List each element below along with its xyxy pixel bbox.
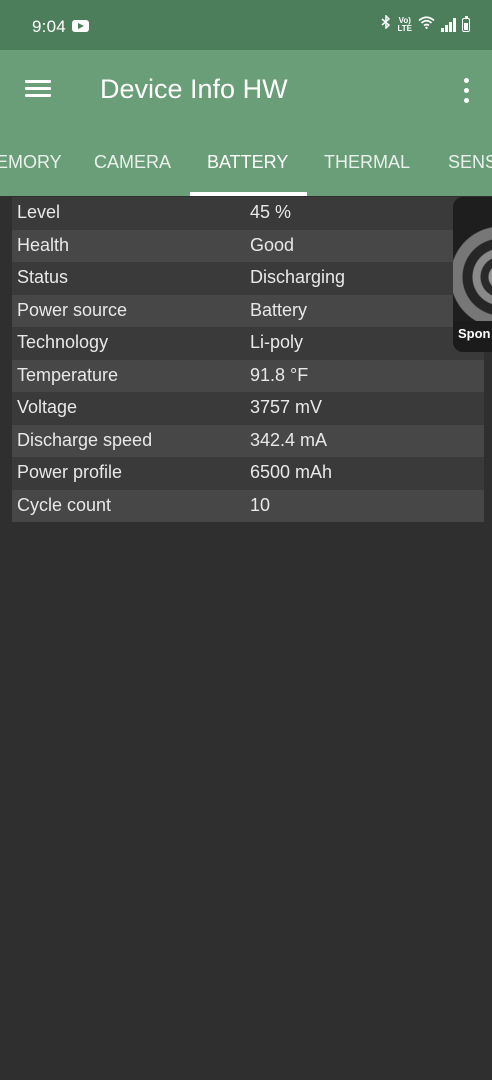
row-key: Discharge speed	[17, 429, 153, 450]
row-key: Temperature	[17, 364, 119, 385]
table-row: Technology Li-poly	[12, 327, 484, 360]
signal-icon	[441, 18, 456, 32]
row-value: 45 %	[250, 202, 292, 222]
battery-icon	[462, 16, 470, 32]
status-icons: Vo) LTE	[381, 14, 470, 35]
volte-icon: Vo) LTE	[397, 17, 412, 33]
row-key: Power source	[17, 299, 128, 320]
row-value: Discharging	[250, 267, 346, 287]
row-key: Health	[17, 234, 70, 255]
row-value: 6500 mAh	[250, 462, 333, 482]
table-row: Discharge speed 342.4 mA	[12, 424, 484, 457]
row-key: Power profile	[17, 462, 123, 482]
battery-info-table: Level 45 % Health Good Status Discharging P…	[12, 197, 484, 522]
sponsored-ad-thumbnail[interactable]: Spon	[453, 197, 492, 352]
wifi-icon	[418, 15, 435, 35]
active-tab-indicator	[190, 192, 307, 196]
table-row: Power profile 6500 mAh	[12, 457, 484, 490]
ad-sponsored-label: Spon	[458, 326, 491, 341]
row-key: Cycle count	[17, 494, 112, 515]
row-value: Good	[250, 234, 295, 255]
bluetooth-icon	[381, 14, 391, 35]
app-title: Device Info HW	[100, 74, 288, 104]
row-key: Level	[17, 202, 61, 222]
status-time: 9:04	[32, 17, 66, 36]
row-key: Voltage	[17, 397, 78, 417]
table-row: Status Discharging	[12, 262, 484, 295]
table-row: Health Good	[12, 229, 484, 262]
table-row: Power source Battery	[12, 294, 484, 327]
row-value: 342.4 mA	[250, 429, 328, 450]
tab-battery[interactable]: BATTERY	[207, 152, 288, 173]
row-value: Li-poly	[250, 332, 304, 352]
row-value: 91.8 °F	[250, 364, 309, 385]
row-value: 3757 mV	[250, 397, 323, 417]
table-row: Voltage 3757 mV	[12, 392, 484, 425]
table-row: Cycle count 10	[12, 489, 484, 522]
tab-thermal[interactable]: THERMAL	[324, 152, 410, 173]
row-value: 10	[250, 494, 271, 515]
app-bar: Device Info HW	[0, 50, 492, 132]
more-options-icon[interactable]	[456, 78, 476, 104]
tab-bar: EMORY CAMERA BATTERY THERMAL SENS	[0, 132, 492, 196]
youtube-icon	[72, 20, 89, 32]
status-bar: 9:04 Vo) LTE	[0, 0, 492, 50]
tab-camera[interactable]: CAMERA	[94, 152, 171, 173]
ad-image	[453, 197, 492, 321]
row-key: Status	[17, 267, 69, 287]
row-value: Battery	[250, 299, 308, 320]
row-key: Technology	[17, 332, 109, 352]
tab-memory[interactable]: EMORY	[0, 152, 62, 173]
volte-bottom-text: LTE	[397, 24, 412, 33]
table-row: Level 45 %	[12, 197, 484, 230]
menu-icon[interactable]	[25, 80, 51, 98]
table-row: Temperature 91.8 °F	[12, 359, 484, 392]
tab-sensors[interactable]: SENS	[448, 152, 492, 173]
